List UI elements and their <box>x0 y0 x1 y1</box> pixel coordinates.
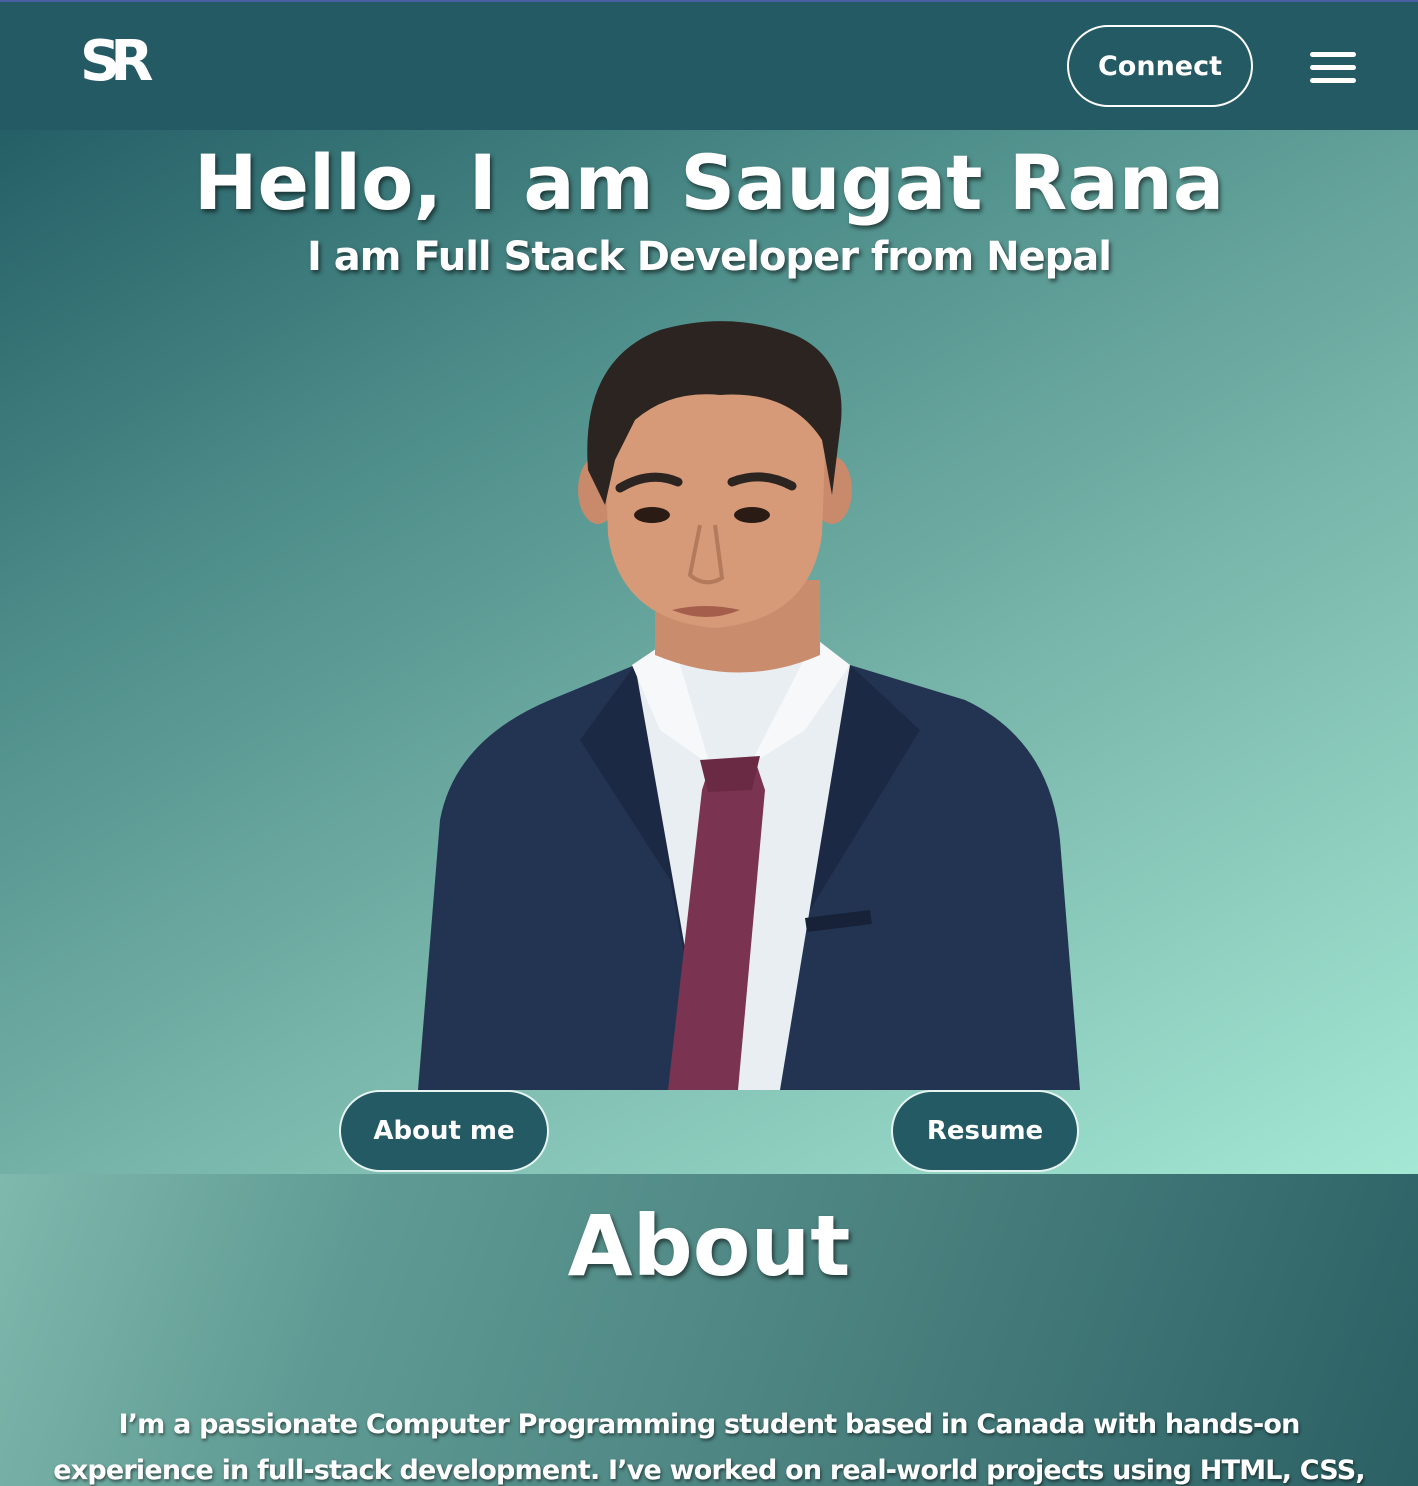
site-logo[interactable]: SR <box>80 30 160 94</box>
portfolio-page: SR Connect Hello, I am Saugat Rana I am … <box>0 0 1418 1486</box>
hero-subtitle: I am Full Stack Developer from Nepal <box>306 234 1112 280</box>
resume-button[interactable]: Resume <box>891 1090 1079 1172</box>
portrait-eye-left <box>634 507 670 523</box>
about-me-button[interactable]: About me <box>339 1090 549 1172</box>
connect-button[interactable]: Connect <box>1067 25 1253 107</box>
navbar: SR Connect <box>0 2 1418 130</box>
hamburger-menu-icon[interactable] <box>1308 48 1358 86</box>
hero-title: Hello, I am Saugat Rana <box>193 138 1225 227</box>
about-paragraph: I’m a passionate Computer Programming st… <box>53 1409 1365 1486</box>
about-heading: About <box>567 1197 851 1295</box>
portrait-tie-knot <box>700 756 760 792</box>
about-section: About I’m a passionate Computer Programm… <box>0 1174 1418 1486</box>
hero-section: Hello, I am Saugat Rana I am Full Stack … <box>0 130 1418 1174</box>
profile-portrait <box>418 321 1080 1090</box>
portrait-eye-right <box>734 507 770 523</box>
